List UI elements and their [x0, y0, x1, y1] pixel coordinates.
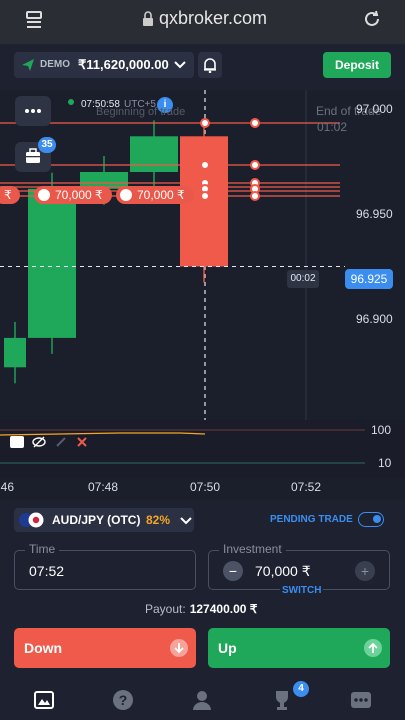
chevron-down-icon — [180, 517, 192, 525]
trade-amount-text: 70,000 ₹ — [137, 188, 185, 202]
paper-plane-icon — [22, 59, 34, 71]
hide-eye-icon[interactable] — [32, 436, 46, 448]
arrow-down-icon — [170, 639, 188, 657]
x-label-0746: 07:46 — [0, 480, 30, 494]
indicator-label-100: 100 — [371, 423, 392, 437]
y-label-96900: 96.900 — [356, 312, 393, 326]
trade-point — [200, 160, 210, 170]
pending-trade-toggle[interactable] — [358, 512, 384, 527]
chart-nav-icon[interactable] — [32, 688, 56, 712]
switch-currency-button[interactable]: SWITCH — [280, 585, 324, 596]
up-label: Up — [218, 640, 237, 656]
time-value[interactable]: 07:52 — [29, 563, 64, 579]
candle — [28, 188, 76, 338]
lock-icon — [143, 11, 153, 26]
profile-nav-icon[interactable] — [190, 688, 214, 712]
trophy-badge: 4 — [293, 681, 309, 697]
trade-amount-partial: ₹ — [4, 188, 12, 202]
trades-count-badge: 35 — [38, 137, 56, 153]
current-price-tag: 96.925 — [345, 269, 393, 289]
live-dot — [68, 99, 74, 105]
x-label-0752: 07:52 — [291, 480, 322, 494]
asset-name: AUD/JPY (OTC) — [52, 513, 141, 527]
deposit-button[interactable]: Deposit — [323, 52, 391, 78]
aud-jpy-flag-icon — [19, 512, 44, 528]
pending-trade-label: PENDING TRADE — [270, 514, 353, 525]
indicator-toggle-icon[interactable] — [10, 436, 24, 448]
trade-amount-text: 70,000 ₹ — [55, 188, 103, 202]
payout-label: Payout: — [145, 602, 186, 616]
arrow-down-icon — [120, 189, 132, 201]
account-mode: DEMO — [40, 59, 70, 70]
x-label-text: 07:46 — [0, 480, 15, 494]
payout-percent: 82% — [146, 513, 171, 527]
more-dots-icon — [25, 109, 41, 113]
account-balance: ₹11,620,000.00 — [78, 57, 169, 72]
chart-menu-button[interactable] — [15, 96, 51, 126]
time-legend: Time — [25, 542, 60, 556]
close-icon[interactable] — [77, 437, 87, 447]
decrease-investment-button[interactable]: − — [223, 561, 243, 581]
down-button[interactable]: Down — [14, 628, 196, 668]
notifications-button[interactable] — [198, 52, 222, 78]
candle — [4, 337, 26, 368]
svg-text:?: ? — [119, 692, 128, 708]
trade-point — [250, 160, 260, 170]
payout-value: 127400.00 ₹ — [189, 602, 258, 616]
browser-url-bar: qxbroker.com — [0, 0, 405, 44]
asset-selector[interactable]: AUD/JPY (OTC) 82% — [14, 508, 194, 532]
y-label-97000: 97.000 — [356, 102, 393, 116]
indicator-panel — [0, 420, 405, 478]
investment-legend: Investment — [219, 542, 286, 556]
x-label-0748: 07:48 — [88, 480, 119, 494]
y-label-96950: 96.950 — [356, 207, 393, 221]
time-field[interactable]: Time 07:52 — [14, 542, 196, 590]
trade-amount-pill[interactable]: 70,000 ₹ — [116, 186, 194, 204]
trade-point — [200, 191, 210, 201]
more-nav-icon[interactable] — [349, 688, 373, 712]
increase-investment-button[interactable]: + — [355, 561, 375, 581]
trade-point — [250, 118, 260, 128]
payout-row: Payout: 127400.00 ₹ — [145, 602, 257, 616]
candle-countdown: 00:02 — [287, 270, 319, 288]
bell-icon — [204, 58, 216, 73]
investment-field[interactable]: Investment − 70,000 ₹ + — [208, 542, 390, 590]
x-label-0750: 07:50 — [190, 480, 221, 494]
toggle-knob — [373, 515, 381, 523]
trophy-nav-icon[interactable] — [270, 688, 294, 712]
trade-point — [250, 191, 260, 201]
chevron-down-icon — [174, 61, 186, 69]
trade-point — [200, 118, 210, 128]
investment-value[interactable]: 70,000 ₹ — [255, 563, 311, 580]
arrow-down-icon — [38, 189, 50, 201]
trade-amount-pill[interactable]: ₹ — [0, 186, 20, 204]
beginning-of-trade-label: Beginning of trade — [96, 106, 186, 118]
url-text[interactable]: qxbroker.com — [159, 8, 267, 29]
tabs-icon[interactable] — [26, 10, 42, 30]
pencil-icon[interactable] — [55, 436, 67, 448]
candle — [130, 136, 178, 172]
down-label: Down — [24, 640, 63, 656]
help-nav-icon[interactable]: ? — [111, 688, 135, 712]
trade-amount-pill[interactable]: 70,000 ₹ — [34, 186, 112, 204]
reload-icon[interactable] — [362, 9, 382, 29]
arrow-up-icon — [364, 639, 382, 657]
indicator-label-10: 10 — [378, 456, 392, 470]
end-of-trade-time: 01:02 — [317, 120, 348, 134]
account-selector[interactable]: DEMO ₹11,620,000.00 — [14, 52, 194, 78]
up-button[interactable]: Up — [208, 628, 390, 668]
